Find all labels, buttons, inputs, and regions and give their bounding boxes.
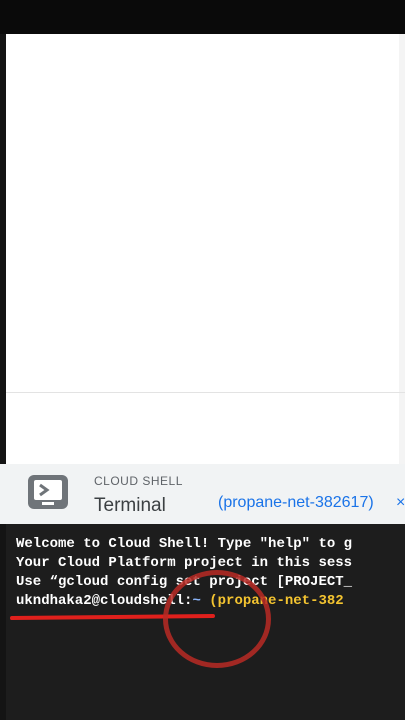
tab-terminal[interactable]: Terminal <box>94 495 166 517</box>
terminal-line: Your Cloud Platform project in this sess <box>16 555 353 571</box>
terminal-line: Welcome to Cloud Shell! Type "help" to g <box>16 536 353 552</box>
content-divider <box>6 392 405 393</box>
blank-page-area <box>6 34 405 464</box>
red-circle-annotation <box>163 570 271 668</box>
terminal-icon <box>28 475 68 509</box>
cloud-shell-label: CLOUD SHELL <box>94 474 183 488</box>
close-icon[interactable]: × <box>396 494 405 512</box>
tab-project[interactable]: (propane-net-382617) <box>218 494 374 512</box>
top-black-bar <box>0 0 405 34</box>
right-edge <box>399 34 405 464</box>
